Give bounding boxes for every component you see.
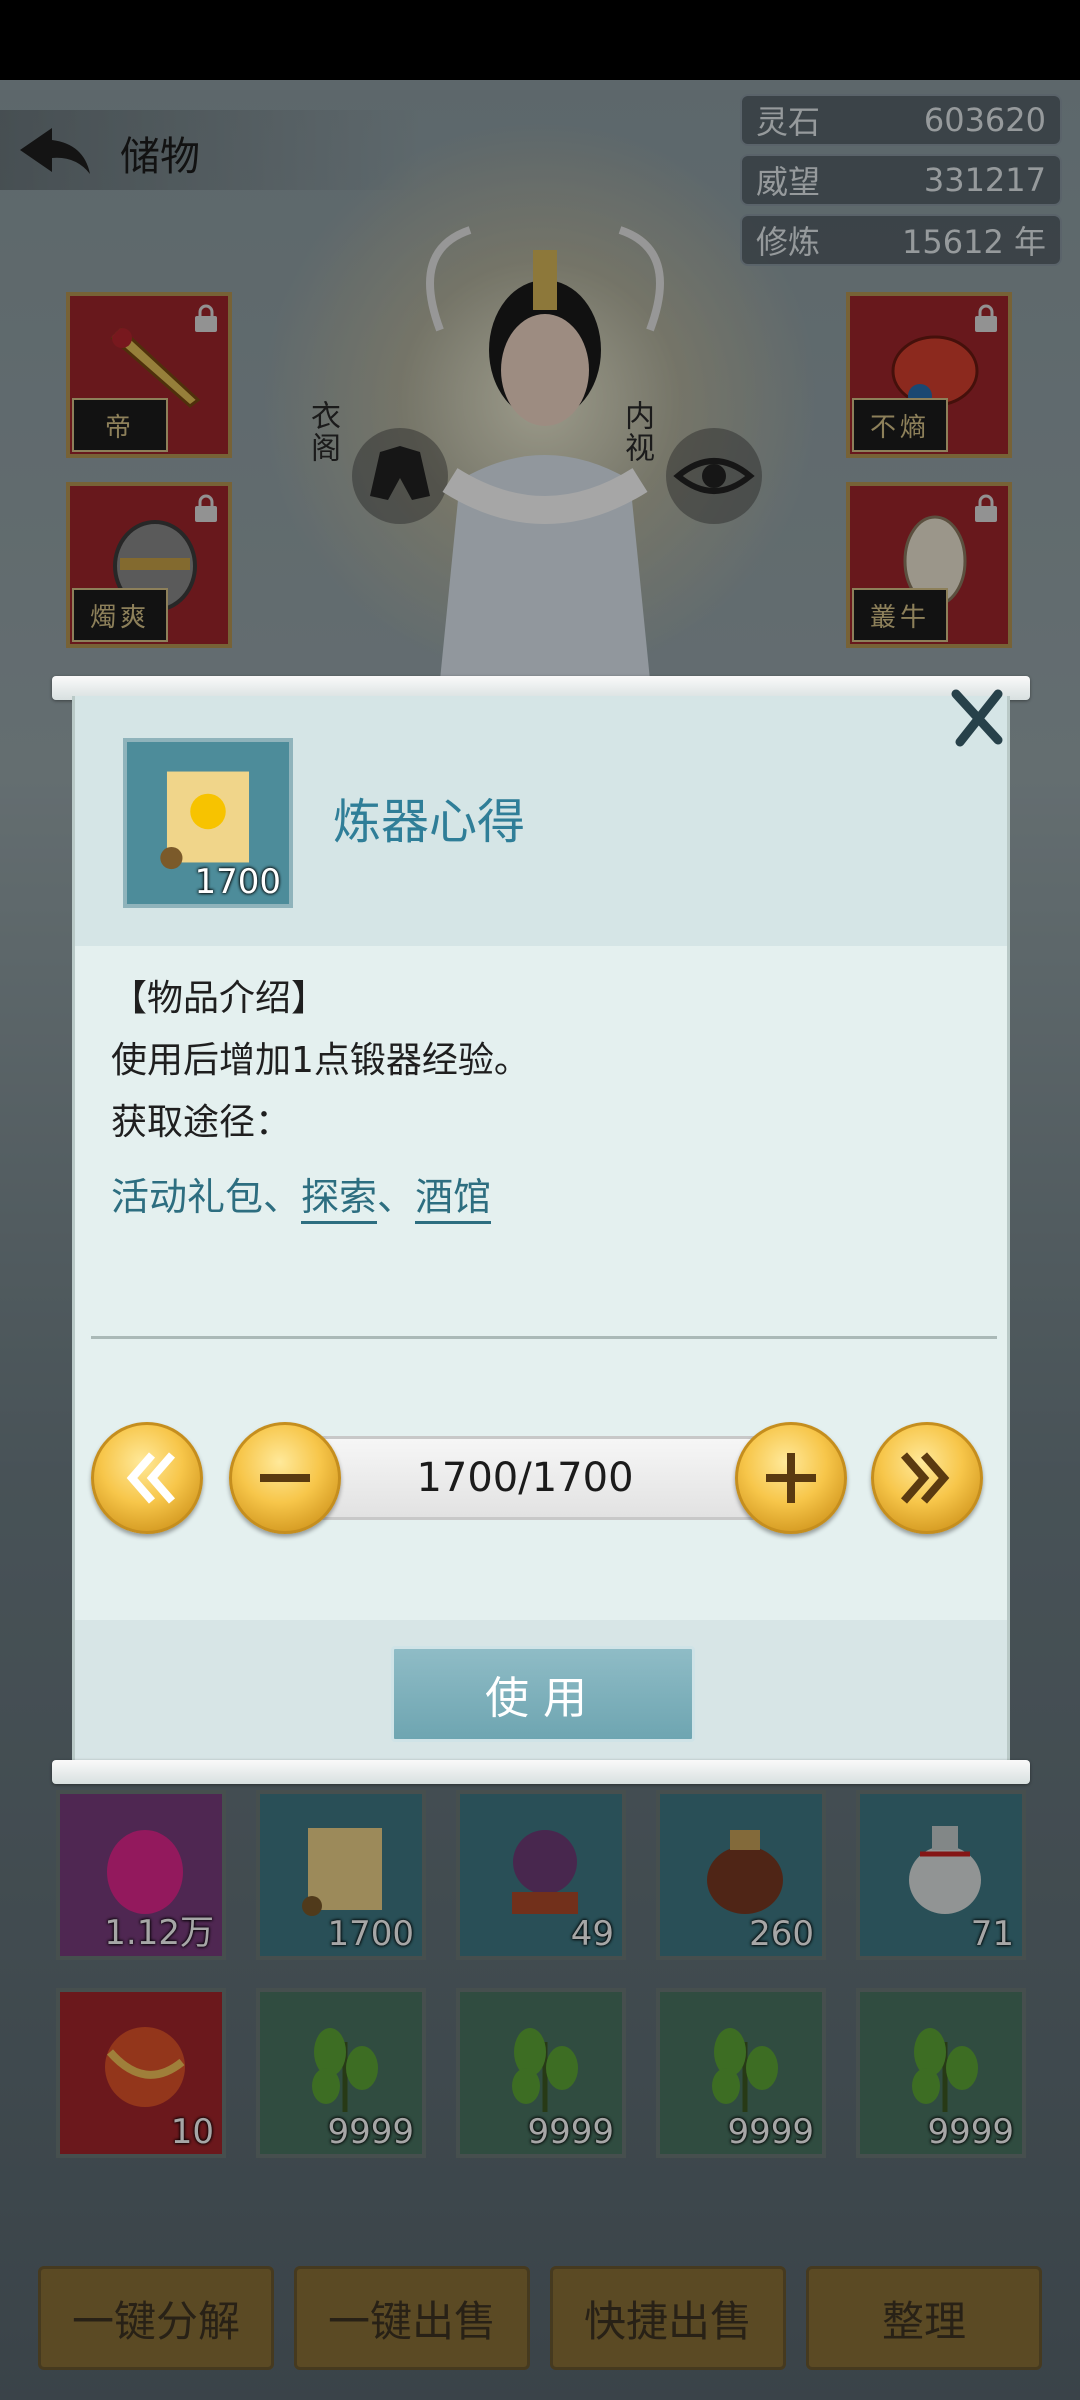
source-link-gift-pack[interactable]: 活动礼包 [111,1175,263,1219]
description-text: 使用后增加1点锻器经验。 [111,1040,530,1081]
scroll-rod-bottom [52,1760,1030,1784]
item-detail-dialog: 1700 炼器心得 【物品介绍】 使用后增加1点锻器经验。 获取途径： 活动礼包… [52,676,1030,1784]
source-links: 活动礼包、探索、酒馆 [111,1166,492,1224]
separator: 、 [377,1175,416,1219]
intro-heading: 【物品介绍】 [111,978,328,1019]
item-thumbnail: 1700 [123,738,293,908]
close-icon[interactable] [946,686,1008,748]
decrease-button[interactable] [229,1422,341,1534]
min-quantity-button[interactable] [91,1422,203,1534]
increase-button[interactable] [735,1422,847,1534]
item-count: 1700 [194,862,281,902]
source-heading: 获取途径： [111,1102,292,1143]
plus-icon [766,1453,816,1503]
max-quantity-button[interactable] [871,1422,983,1534]
double-chevron-left-icon [126,1452,176,1504]
source-link-explore[interactable]: 探索 [301,1175,378,1224]
separator: 、 [263,1175,302,1219]
item-description: 【物品介绍】 使用后增加1点锻器经验。 获取途径： [111,968,530,1154]
double-chevron-right-icon [900,1452,950,1504]
quantity-display: 1700/1700 [275,1436,775,1520]
divider [91,1336,997,1339]
item-name: 炼器心得 [333,794,526,850]
dialog-body: 1700 炼器心得 【物品介绍】 使用后增加1点锻器经验。 获取途径： 活动礼包… [72,696,1010,1760]
scroll-icon [160,771,250,870]
source-link-tavern[interactable]: 酒馆 [415,1175,492,1224]
use-button[interactable]: 使用 [391,1646,695,1742]
status-bar [0,0,1080,80]
minus-icon [260,1474,310,1482]
